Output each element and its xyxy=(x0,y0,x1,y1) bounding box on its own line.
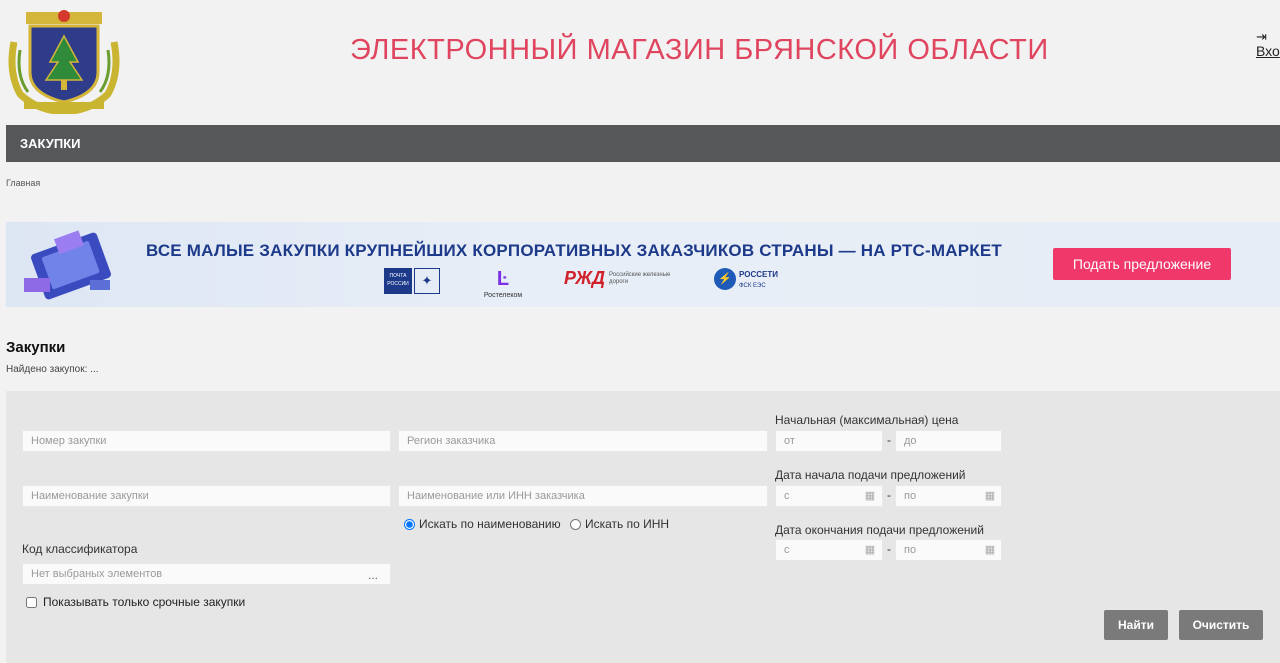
site-title: ЭЛЕКТРОННЫЙ МАГАЗИН БРЯНСКОЙ ОБЛАСТИ xyxy=(350,34,1049,66)
search-by-inn-option[interactable]: Искать по ИНН xyxy=(569,517,669,531)
found-count: Найдено закупок: ... xyxy=(6,364,99,375)
purchase-name-input[interactable] xyxy=(22,485,391,507)
calendar-icon[interactable]: ▦ xyxy=(863,545,877,556)
price-label: Начальная (максимальная) цена xyxy=(775,413,959,427)
price-to-input[interactable] xyxy=(895,430,1002,452)
partner-pochta-logo: ПОЧТА РОССИИ ✦ xyxy=(384,268,440,298)
nav-item-purchases[interactable]: ЗАКУПКИ xyxy=(20,136,81,151)
banner-illustration xyxy=(24,230,111,300)
price-from-input[interactable] xyxy=(775,430,883,452)
calendar-icon[interactable]: ▦ xyxy=(863,491,877,502)
header: ЭЛЕКТРОННЫЙ МАГАЗИН БРЯНСКОЙ ОБЛАСТИ ⇥ В… xyxy=(0,0,1280,125)
search-by-name-radio[interactable] xyxy=(404,518,415,530)
search-by-name-option[interactable]: Искать по наименованию xyxy=(404,517,561,531)
purchase-number-input[interactable] xyxy=(22,430,391,452)
partner-rosseti-logo: ⚡ РОССЕТИ ФСК ЕЭС xyxy=(714,268,778,298)
login-icon[interactable]: ⇥ xyxy=(1256,30,1280,43)
calendar-icon[interactable]: ▦ xyxy=(983,545,997,556)
top-navbar: ЗАКУПКИ xyxy=(6,125,1280,162)
bryansk-coat-of-arms-logo[interactable] xyxy=(6,2,122,114)
clear-button[interactable]: Очистить xyxy=(1179,610,1263,640)
find-button[interactable]: Найти xyxy=(1104,610,1168,640)
login-link-label[interactable]: Вхо xyxy=(1256,43,1280,59)
customer-region-input[interactable] xyxy=(398,430,768,452)
start-date-label: Дата начала подачи предложений xyxy=(775,468,966,482)
customer-name-inn-input[interactable] xyxy=(398,485,768,507)
end-date-label: Дата окончания подачи предложений xyxy=(775,523,984,537)
breadcrumb-home[interactable]: Главная xyxy=(6,178,40,188)
classifier-select[interactable] xyxy=(22,563,391,585)
classifier-more-button[interactable]: ... xyxy=(368,568,378,582)
urgent-only-option[interactable]: Показывать только срочные закупки xyxy=(26,595,245,609)
price-range-dash: - xyxy=(887,433,891,447)
urgent-only-checkbox[interactable] xyxy=(26,596,37,608)
rosseti-mark-icon: ⚡ xyxy=(714,268,736,290)
rts-market-banner[interactable]: ВСЕ МАЛЫЕ ЗАКУПКИ КРУПНЕЙШИХ КОРПОРАТИВН… xyxy=(6,222,1280,307)
search-by-inn-radio[interactable] xyxy=(569,518,581,530)
partner-rzd-logo: РЖД Российские железные дороги xyxy=(564,268,671,288)
partner-rostelecom-logo: Ŀ Ростелеком xyxy=(478,268,528,299)
login-link[interactable]: ⇥ Вхо xyxy=(1256,30,1280,59)
classifier-label: Код классификатора xyxy=(22,542,138,556)
rostelecom-mark-icon: Ŀ xyxy=(496,268,510,290)
end-date-range-dash: - xyxy=(887,542,891,556)
start-date-range-dash: - xyxy=(887,488,891,502)
breadcrumb: Главная xyxy=(6,178,40,188)
page-title: Закупки xyxy=(6,339,66,356)
banner-title: ВСЕ МАЛЫЕ ЗАКУПКИ КРУПНЕЙШИХ КОРПОРАТИВН… xyxy=(146,241,1002,260)
search-mode-radio-group: Искать по наименованию Искать по ИНН xyxy=(404,517,675,533)
eagle-icon: ✦ xyxy=(414,268,440,294)
filter-panel: Искать по наименованию Искать по ИНН Код… xyxy=(6,391,1280,663)
calendar-icon[interactable]: ▦ xyxy=(983,491,997,502)
submit-offer-button[interactable]: Подать предложение xyxy=(1053,248,1231,280)
